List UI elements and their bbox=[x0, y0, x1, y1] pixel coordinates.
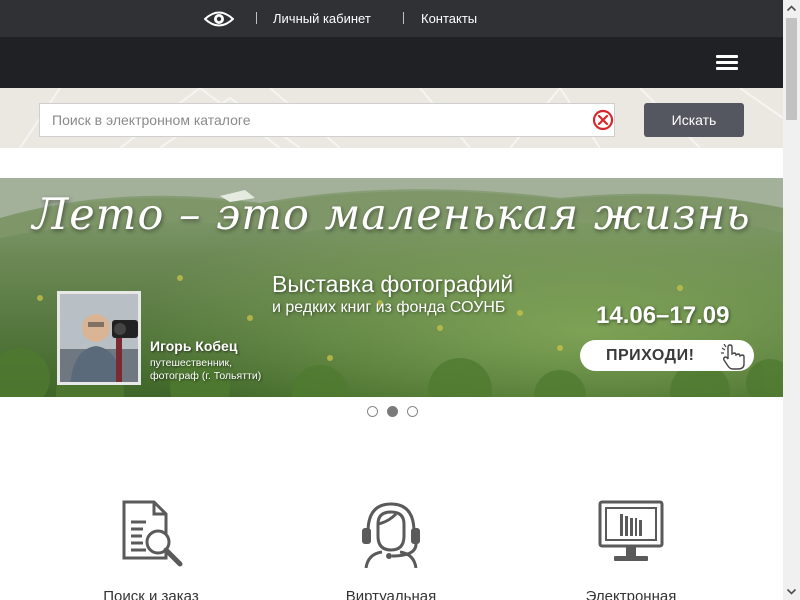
catalog-search-input[interactable] bbox=[39, 103, 615, 137]
scrollbar-thumb[interactable] bbox=[786, 18, 797, 120]
photographer-name: Игорь Кобец bbox=[150, 338, 238, 354]
service-label: Электронная bbox=[585, 588, 677, 600]
come-button[interactable]: ПРИХОДИ! bbox=[580, 340, 754, 371]
photographer-photo bbox=[57, 291, 141, 385]
scroll-up-arrow-icon[interactable] bbox=[783, 0, 800, 17]
photographer-description: путешественник, фотограф (г. Тольятти) bbox=[150, 357, 262, 382]
headset-operator-icon bbox=[362, 502, 420, 568]
service-search-order[interactable]: Поиск и заказ bbox=[51, 498, 251, 600]
divider bbox=[403, 12, 404, 24]
service-label: Виртуальная bbox=[345, 588, 437, 600]
search-button[interactable]: Искать bbox=[644, 103, 744, 137]
slider-dot-3[interactable] bbox=[407, 406, 418, 417]
banner-subtitle-secondary: и редких книг из фонда СОУНБ bbox=[272, 299, 506, 316]
divider bbox=[256, 12, 257, 24]
banner-title: Лето – это маленькая жизнь bbox=[32, 190, 751, 240]
banner-dates: 14.06–17.09 bbox=[596, 302, 730, 329]
service-electronic[interactable]: Электронная bbox=[531, 498, 731, 600]
scroll-down-arrow-icon[interactable] bbox=[783, 583, 800, 600]
vertical-scrollbar[interactable] bbox=[783, 0, 800, 600]
search-section: Искать bbox=[0, 88, 783, 148]
personal-account-link[interactable]: Личный кабинет bbox=[273, 11, 371, 26]
service-virtual[interactable]: Виртуальная bbox=[291, 498, 491, 600]
top-bar: Личный кабинет Контакты bbox=[0, 0, 783, 37]
hamburger-menu-icon[interactable] bbox=[716, 54, 740, 72]
monitor-library-icon bbox=[598, 500, 664, 561]
service-label: Поиск и заказ bbox=[103, 588, 199, 600]
document-search-icon bbox=[122, 500, 183, 567]
slider-dot-2[interactable] bbox=[387, 406, 398, 417]
slider-dot-1[interactable] bbox=[367, 406, 378, 417]
nav-bar bbox=[0, 37, 783, 88]
contacts-link[interactable]: Контакты bbox=[421, 11, 477, 26]
pointing-hand-icon bbox=[721, 344, 745, 370]
eye-icon[interactable] bbox=[204, 10, 234, 28]
promo-banner[interactable]: Лето – это маленькая жизнь Выставка фото… bbox=[0, 178, 783, 397]
clear-x-circle-icon[interactable] bbox=[592, 109, 614, 131]
come-button-label: ПРИХОДИ! bbox=[606, 347, 695, 364]
banner-subtitle: Выставка фотографий bbox=[272, 271, 514, 297]
